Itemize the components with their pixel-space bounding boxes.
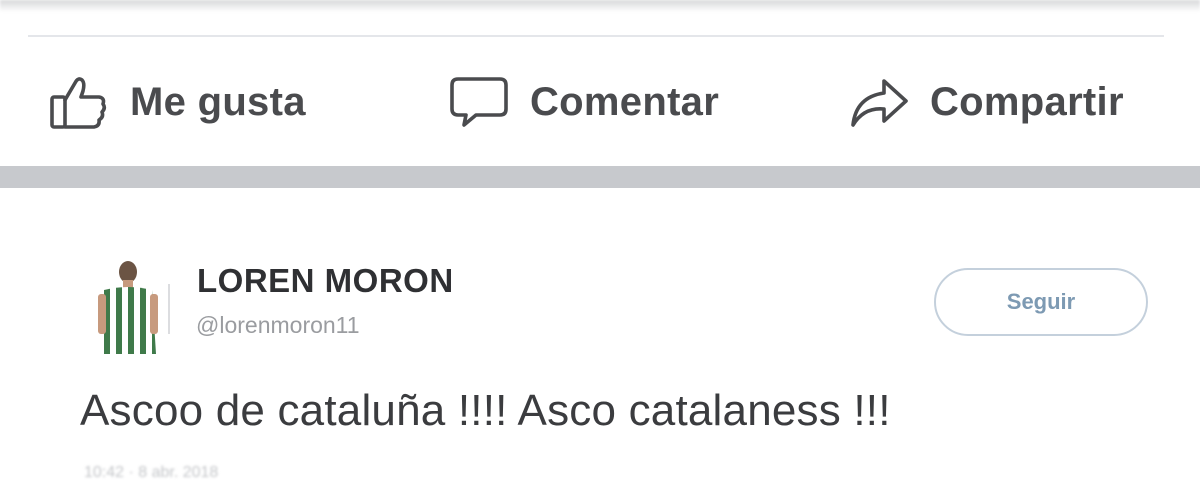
- share-label: Compartir: [930, 79, 1124, 124]
- author-handle[interactable]: @lorenmoron11: [196, 312, 360, 339]
- avatar-divider: [168, 284, 170, 334]
- comment-label: Comentar: [530, 79, 720, 124]
- like-button[interactable]: Me gusta: [48, 70, 306, 134]
- speech-bubble-icon: [448, 71, 510, 133]
- share-arrow-icon: [848, 71, 910, 133]
- previous-post-edge: [0, 0, 1200, 12]
- tweet-timestamp: 10:42 · 8 abr. 2018: [84, 464, 219, 481]
- comment-button[interactable]: Comentar: [448, 70, 719, 134]
- divider: [28, 35, 1164, 37]
- thumbs-up-icon: [48, 71, 110, 133]
- tweet-text: Ascoo de cataluña !!!! Asco catalaness !…: [80, 386, 891, 435]
- post-actions-bar: Me gusta Comentar Compartir: [0, 56, 1200, 156]
- post-separator: [0, 166, 1200, 188]
- author-name[interactable]: LOREN MORON: [197, 262, 454, 300]
- like-label: Me gusta: [130, 79, 306, 124]
- avatar[interactable]: [92, 258, 164, 354]
- follow-button[interactable]: Seguir: [934, 268, 1148, 336]
- share-button[interactable]: Compartir: [848, 70, 1124, 134]
- embedded-tweet: LOREN MORON @lorenmoron11 Seguir Ascoo d…: [0, 188, 1200, 488]
